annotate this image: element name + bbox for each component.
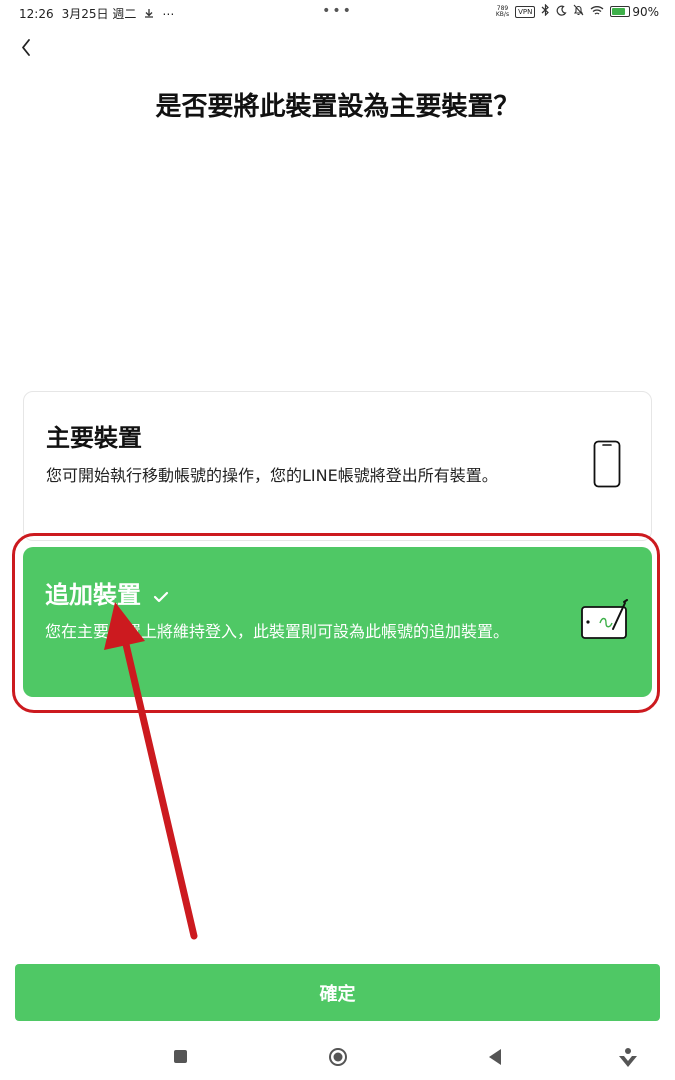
assistant-icon[interactable]: [617, 1046, 639, 1072]
option-secondary-title-row: 追加裝置: [45, 575, 169, 610]
page-title: 是否要將此裝置設為主要裝置？: [155, 92, 520, 122]
status-right: 789 KB/s VPN 90%: [495, 3, 659, 19]
net-speed-unit: KB/s: [495, 10, 510, 18]
system-nav-bar: [0, 1036, 675, 1080]
option-secondary-title: 追加裝置: [45, 581, 141, 609]
battery-level: [612, 8, 626, 15]
back-button[interactable]: [14, 34, 42, 62]
option-secondary-device[interactable]: 追加裝置 您在主要裝置上將維持登入，此裝置則可設為此帳號的追加裝置。: [23, 547, 652, 697]
vpn-badge: VPN: [515, 5, 536, 18]
moon-icon: [556, 5, 567, 19]
wifi-icon: [590, 5, 604, 19]
check-icon: [153, 582, 169, 610]
tablet-pen-icon: [580, 599, 630, 645]
mute-bell-icon: [573, 4, 584, 19]
battery-icon: [610, 6, 631, 17]
confirm-button[interactable]: 確定: [15, 964, 660, 1021]
smartphone-icon: [593, 440, 621, 492]
chevron-left-icon: [22, 39, 30, 56]
option-primary-description: 您可開始執行移動帳號的操作，您的LINE帳號將登出所有裝置。: [46, 466, 498, 485]
option-secondary-description: 您在主要裝置上將維持登入，此裝置則可設為此帳號的追加裝置。: [45, 622, 510, 641]
bluetooth-icon: [541, 3, 550, 19]
net-speed: 789 KB/s: [495, 5, 510, 18]
recent-apps-icon[interactable]: [172, 1046, 188, 1072]
option-primary-device[interactable]: 主要裝置 您可開始執行移動帳號的操作，您的LINE帳號將登出所有裝置。: [23, 391, 652, 541]
status-bar: 12:26 3月25日 週二 ⋯ ••• 789 KB/s VPN 90%: [0, 0, 675, 26]
back-icon[interactable]: [486, 1046, 504, 1072]
option-primary-title: 主要裝置: [46, 424, 142, 452]
battery: 90%: [610, 5, 659, 19]
home-icon[interactable]: [327, 1046, 349, 1072]
battery-text: 90%: [632, 4, 659, 19]
